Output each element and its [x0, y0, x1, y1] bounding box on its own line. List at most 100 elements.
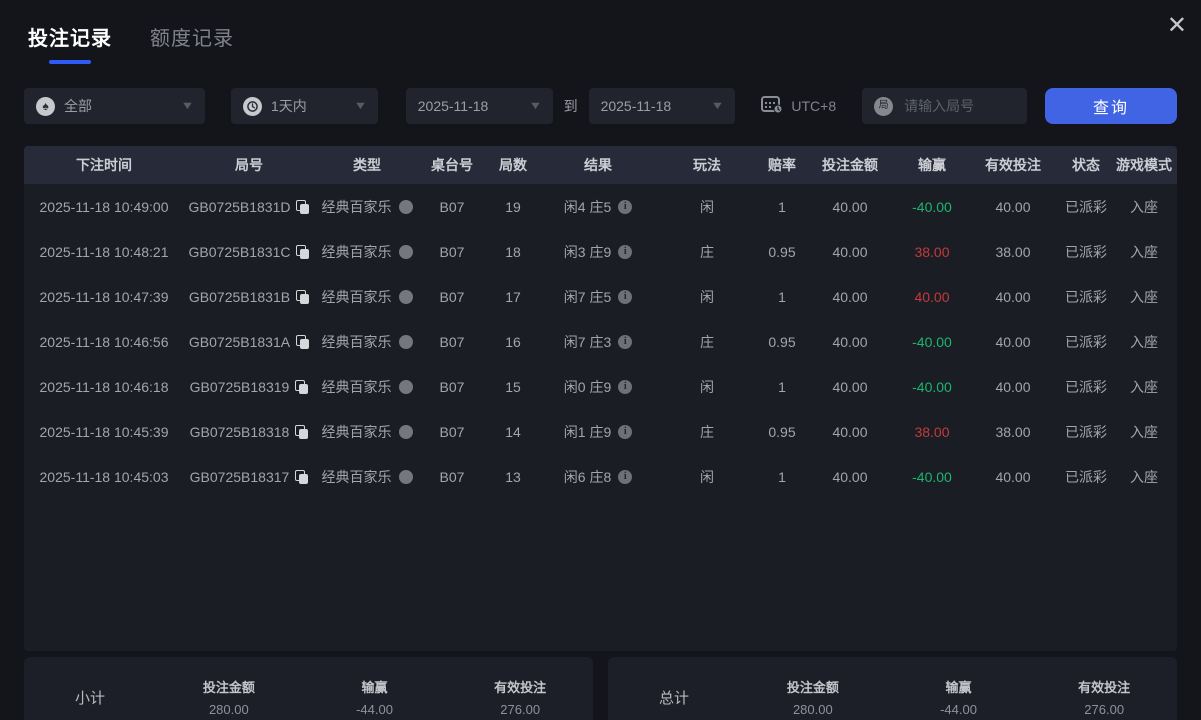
- cell-text: 入座: [1130, 243, 1158, 260]
- cell-text: 入座: [1130, 198, 1158, 215]
- cell-play: 闲: [654, 197, 760, 217]
- cell-text: 闲: [700, 468, 714, 485]
- cell-mode: 入座: [1114, 242, 1174, 262]
- result-info-icon[interactable]: i: [618, 424, 633, 439]
- cell-odds: 1: [760, 199, 804, 215]
- time-range-dropdown[interactable]: 1天内 ▼: [230, 88, 378, 124]
- cell-play: 闲: [654, 287, 760, 307]
- cell-text: 40.00: [995, 468, 1031, 485]
- game-type-dropdown[interactable]: ♠ 全部 ▼: [24, 88, 205, 124]
- chevron-down-icon: ▼: [710, 100, 726, 112]
- cell-round: 18: [484, 244, 542, 260]
- cell-win_loss: 38.00: [896, 244, 968, 260]
- date-to-value: 2025-11-18: [600, 98, 672, 114]
- cell-text: 已派彩: [1065, 423, 1107, 440]
- cell-mode: 入座: [1114, 287, 1174, 307]
- subtotal-stats: 投注金额 280.00 输赢 -44.00 有效投注 276.00: [156, 677, 593, 717]
- cell-table_no: B07: [420, 289, 484, 305]
- total-label: 总计: [658, 689, 689, 707]
- cell-text: -40.00: [912, 333, 952, 350]
- cell-text: 40.00: [832, 468, 868, 485]
- cell-text: 闲7 庄3: [563, 333, 612, 350]
- cell-text: 2025-11-18 10:48:21: [39, 243, 169, 260]
- cell-text: GB0725B1831A: [188, 333, 291, 350]
- cell-text: GB0725B18318: [189, 423, 290, 440]
- tab-quota-records[interactable]: 额度记录: [150, 22, 234, 60]
- copy-icon[interactable]: [295, 424, 309, 439]
- timezone-indicator: UTC+8: [761, 95, 836, 117]
- cell-text: 闲: [700, 198, 714, 215]
- game-info-icon[interactable]: [398, 199, 413, 214]
- cell-round: 14: [484, 424, 542, 440]
- cell-text: 庄: [700, 243, 714, 260]
- game-info-icon[interactable]: [398, 424, 413, 439]
- result-info-icon[interactable]: i: [618, 334, 633, 349]
- column-header: 玩法: [693, 157, 721, 173]
- cell-bet: 40.00: [804, 379, 896, 395]
- tab-betting-records[interactable]: 投注记录: [28, 22, 112, 64]
- close-icon[interactable]: ✕: [1167, 14, 1187, 38]
- result-info-icon[interactable]: i: [618, 199, 633, 214]
- game-info-icon[interactable]: [398, 289, 413, 304]
- cell-text: 13: [505, 468, 521, 485]
- cell-text: 1: [778, 378, 786, 395]
- cell-text: 18: [505, 243, 521, 260]
- cell-text: 闲: [700, 288, 714, 305]
- result-info-icon[interactable]: i: [618, 289, 633, 304]
- result-info-icon[interactable]: i: [618, 379, 633, 394]
- copy-icon[interactable]: [295, 469, 309, 484]
- game-info-icon[interactable]: [398, 334, 413, 349]
- cell-valid_bet: 40.00: [968, 199, 1058, 215]
- game-info-icon[interactable]: [398, 244, 413, 259]
- column-header: 有效投注: [985, 157, 1041, 173]
- total-stats: 投注金额 280.00 输赢 -44.00 有效投注 276.00: [740, 677, 1177, 717]
- game-info-icon[interactable]: [398, 469, 413, 484]
- cell-time: 2025-11-18 10:49:00: [24, 199, 184, 215]
- cell-text: B07: [439, 243, 465, 260]
- cell-text: -40.00: [912, 198, 952, 215]
- date-to-picker[interactable]: 2025-11-18 ▼: [588, 88, 736, 124]
- cell-text: 38.00: [914, 423, 950, 440]
- cell-text: 1: [778, 288, 786, 305]
- chevron-down-icon: ▼: [180, 100, 195, 112]
- copy-icon[interactable]: [296, 289, 310, 304]
- cell-game: 经典百家乐: [314, 197, 420, 217]
- cell-round: 19: [484, 199, 542, 215]
- cell-text: 经典百家乐: [321, 288, 392, 305]
- cell-text: 闲1 庄9: [563, 423, 612, 440]
- cell-text: 经典百家乐: [321, 468, 392, 485]
- cell-text: B07: [439, 468, 465, 485]
- result-info-icon[interactable]: i: [618, 244, 633, 259]
- cell-text: GB0725B1831C: [188, 243, 291, 260]
- cell-game: 经典百家乐: [314, 377, 420, 397]
- summary-stat: 投注金额 280.00: [156, 677, 302, 717]
- cell-text: 40.00: [832, 378, 868, 395]
- copy-icon[interactable]: [296, 244, 310, 259]
- copy-icon[interactable]: [295, 379, 309, 394]
- summary-stat-value: 276.00: [500, 702, 541, 717]
- result-info-icon[interactable]: i: [618, 469, 633, 484]
- cell-time: 2025-11-18 10:45:03: [24, 469, 184, 485]
- query-button[interactable]: 查询: [1045, 88, 1177, 124]
- cell-bet: 40.00: [804, 199, 896, 215]
- cell-text: 38.00: [914, 243, 950, 260]
- cell-text: 0.95: [768, 423, 796, 440]
- date-from-value: 2025-11-18: [417, 98, 489, 114]
- cell-round_id: GB0725B1831C: [184, 244, 314, 260]
- table-header-row: 下注时间 局号 类型 桌台号 局数 结果 玩法 赔率 投注金额 输赢 有效投注 状态 游戏模式: [24, 146, 1177, 184]
- summary-stat-value: 276.00: [1084, 702, 1125, 717]
- cell-round: 17: [484, 289, 542, 305]
- cell-text: B07: [439, 288, 465, 305]
- game-info-icon[interactable]: [398, 379, 413, 394]
- cell-text: 1: [778, 468, 786, 485]
- cell-round_id: GB0725B18317: [184, 469, 314, 485]
- round-search-input[interactable]: [902, 97, 1017, 115]
- summary-stat-label: 输赢: [361, 680, 388, 695]
- copy-icon[interactable]: [296, 334, 310, 349]
- cell-text: 入座: [1130, 288, 1158, 305]
- copy-icon[interactable]: [296, 199, 310, 214]
- cell-round: 13: [484, 469, 542, 485]
- cell-mode: 入座: [1114, 422, 1174, 442]
- date-from-picker[interactable]: 2025-11-18 ▼: [405, 88, 553, 124]
- cell-game: 经典百家乐: [314, 332, 420, 352]
